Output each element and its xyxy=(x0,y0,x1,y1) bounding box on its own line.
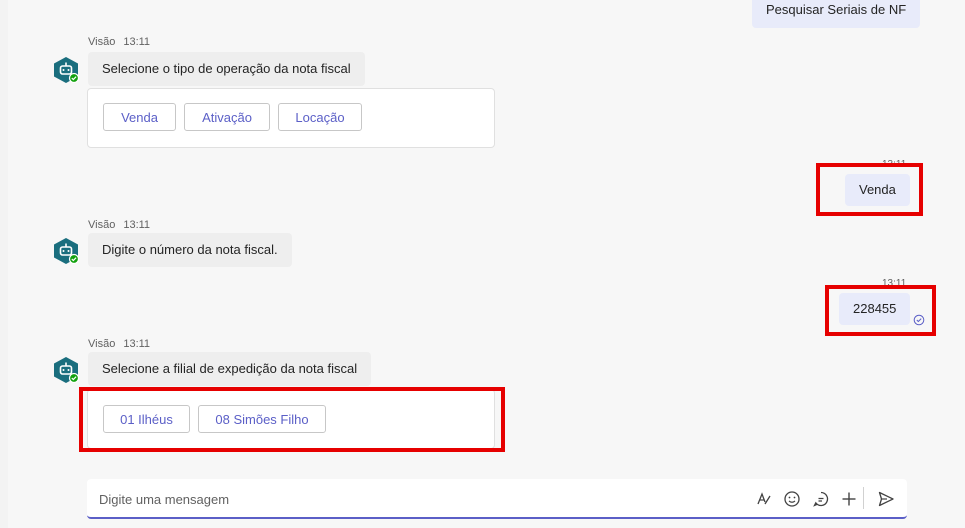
bot-avatar[interactable] xyxy=(52,56,80,84)
sender-meta: Visão 13:11 xyxy=(88,219,150,231)
bot-icon xyxy=(54,238,80,265)
bot-avatar[interactable] xyxy=(52,356,80,384)
user-message-text: Pesquisar Seriais de NF xyxy=(766,2,907,17)
option-ativacao-button[interactable]: Ativação xyxy=(184,103,270,131)
sender-name: Visão xyxy=(88,338,116,350)
loop-icon[interactable] xyxy=(811,489,831,509)
highlight-box xyxy=(816,163,923,216)
sender-name: Visão xyxy=(88,36,116,48)
option-venda-button[interactable]: Venda xyxy=(103,103,176,131)
plus-icon[interactable] xyxy=(839,489,859,509)
message-time: 13:11 xyxy=(123,219,151,231)
highlight-box xyxy=(825,285,936,336)
bot-avatar[interactable] xyxy=(52,237,80,265)
bot-icon xyxy=(54,57,80,84)
format-icon[interactable] xyxy=(754,489,774,509)
sender-meta: Visão 13:11 xyxy=(88,36,150,48)
emoji-icon[interactable] xyxy=(782,489,802,509)
adaptive-card-operation: Venda Ativação Locação xyxy=(87,88,495,148)
bot-message-text: Digite o número da nota fiscal. xyxy=(102,242,278,257)
message-time: 13:11 xyxy=(123,338,151,350)
left-rail xyxy=(0,0,8,528)
sender-name: Visão xyxy=(88,219,116,231)
bot-message-text: Selecione o tipo de operação da nota fis… xyxy=(102,61,351,76)
bot-icon xyxy=(54,357,80,384)
bot-message: Selecione o tipo de operação da nota fis… xyxy=(88,52,365,86)
message-time: 13:11 xyxy=(123,36,151,48)
bot-message-text: Selecione a filial de expedição da nota … xyxy=(102,361,358,376)
message-input[interactable] xyxy=(87,479,741,519)
send-icon[interactable] xyxy=(876,489,896,509)
option-locacao-button[interactable]: Locação xyxy=(278,103,362,131)
sender-meta: Visão 13:11 xyxy=(88,338,150,350)
composer-divider xyxy=(863,487,864,509)
highlight-box xyxy=(79,387,505,452)
message-composer xyxy=(87,479,907,519)
bot-message: Selecione a filial de expedição da nota … xyxy=(88,352,372,386)
bot-message: Digite o número da nota fiscal. xyxy=(88,233,292,267)
user-message-top: Pesquisar Seriais de NF xyxy=(752,0,921,28)
